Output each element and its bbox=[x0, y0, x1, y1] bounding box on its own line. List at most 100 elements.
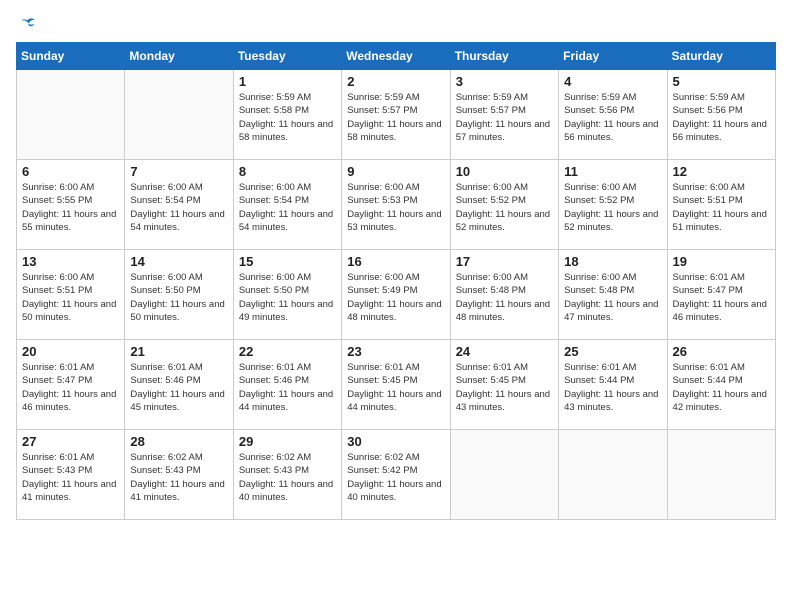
day-number: 19 bbox=[673, 254, 770, 269]
day-number: 29 bbox=[239, 434, 336, 449]
weekday-header-saturday: Saturday bbox=[667, 43, 775, 70]
day-number: 16 bbox=[347, 254, 444, 269]
day-detail: Sunrise: 6:01 AM Sunset: 5:46 PM Dayligh… bbox=[239, 361, 336, 414]
day-detail: Sunrise: 6:00 AM Sunset: 5:52 PM Dayligh… bbox=[456, 181, 553, 234]
calendar-week-row: 6 Sunrise: 6:00 AM Sunset: 5:55 PM Daylig… bbox=[17, 160, 776, 250]
day-number: 5 bbox=[673, 74, 770, 89]
day-number: 11 bbox=[564, 164, 661, 179]
calendar-cell: 27 Sunrise: 6:01 AM Sunset: 5:43 PM Dayli… bbox=[17, 430, 125, 520]
day-number: 1 bbox=[239, 74, 336, 89]
day-number: 8 bbox=[239, 164, 336, 179]
calendar-cell: 24 Sunrise: 6:01 AM Sunset: 5:45 PM Dayli… bbox=[450, 340, 558, 430]
calendar-cell: 21 Sunrise: 6:01 AM Sunset: 5:46 PM Dayli… bbox=[125, 340, 233, 430]
calendar-cell: 5 Sunrise: 5:59 AM Sunset: 5:56 PM Daylig… bbox=[667, 70, 775, 160]
calendar-cell: 10 Sunrise: 6:00 AM Sunset: 5:52 PM Dayli… bbox=[450, 160, 558, 250]
calendar-cell: 1 Sunrise: 5:59 AM Sunset: 5:58 PM Daylig… bbox=[233, 70, 341, 160]
day-detail: Sunrise: 6:00 AM Sunset: 5:55 PM Dayligh… bbox=[22, 181, 119, 234]
calendar-cell: 28 Sunrise: 6:02 AM Sunset: 5:43 PM Dayli… bbox=[125, 430, 233, 520]
page-header bbox=[16, 16, 776, 34]
day-number: 2 bbox=[347, 74, 444, 89]
calendar-cell bbox=[17, 70, 125, 160]
weekday-header-wednesday: Wednesday bbox=[342, 43, 450, 70]
day-number: 21 bbox=[130, 344, 227, 359]
calendar-week-row: 27 Sunrise: 6:01 AM Sunset: 5:43 PM Dayli… bbox=[17, 430, 776, 520]
day-detail: Sunrise: 6:00 AM Sunset: 5:51 PM Dayligh… bbox=[22, 271, 119, 324]
day-detail: Sunrise: 6:00 AM Sunset: 5:48 PM Dayligh… bbox=[564, 271, 661, 324]
calendar-week-row: 1 Sunrise: 5:59 AM Sunset: 5:58 PM Daylig… bbox=[17, 70, 776, 160]
day-number: 26 bbox=[673, 344, 770, 359]
day-detail: Sunrise: 6:02 AM Sunset: 5:43 PM Dayligh… bbox=[130, 451, 227, 504]
calendar-cell: 2Sunrise: 5:59 AM Sunset: 5:57 PM Daylig… bbox=[342, 70, 450, 160]
calendar-cell bbox=[667, 430, 775, 520]
day-detail: Sunrise: 6:00 AM Sunset: 5:53 PM Dayligh… bbox=[347, 181, 444, 234]
day-detail: Sunrise: 6:01 AM Sunset: 5:45 PM Dayligh… bbox=[347, 361, 444, 414]
day-number: 18 bbox=[564, 254, 661, 269]
calendar-cell: 18 Sunrise: 6:00 AM Sunset: 5:48 PM Dayli… bbox=[559, 250, 667, 340]
day-detail: Sunrise: 5:59 AM Sunset: 5:57 PM Dayligh… bbox=[456, 91, 553, 144]
logo-bird-icon bbox=[18, 16, 36, 34]
day-number: 28 bbox=[130, 434, 227, 449]
day-number: 9 bbox=[347, 164, 444, 179]
day-number: 25 bbox=[564, 344, 661, 359]
day-number: 3 bbox=[456, 74, 553, 89]
calendar-cell: 16Sunrise: 6:00 AM Sunset: 5:49 PM Dayli… bbox=[342, 250, 450, 340]
calendar-cell: 4 Sunrise: 5:59 AM Sunset: 5:56 PM Daylig… bbox=[559, 70, 667, 160]
calendar-cell: 17Sunrise: 6:00 AM Sunset: 5:48 PM Dayli… bbox=[450, 250, 558, 340]
day-detail: Sunrise: 6:01 AM Sunset: 5:45 PM Dayligh… bbox=[456, 361, 553, 414]
calendar-cell: 9 Sunrise: 6:00 AM Sunset: 5:53 PM Daylig… bbox=[342, 160, 450, 250]
calendar-cell: 6 Sunrise: 6:00 AM Sunset: 5:55 PM Daylig… bbox=[17, 160, 125, 250]
day-detail: Sunrise: 6:00 AM Sunset: 5:51 PM Dayligh… bbox=[673, 181, 770, 234]
day-number: 24 bbox=[456, 344, 553, 359]
day-number: 13 bbox=[22, 254, 119, 269]
calendar-cell: 14 Sunrise: 6:00 AM Sunset: 5:50 PM Dayli… bbox=[125, 250, 233, 340]
calendar-table: SundayMondayTuesdayWednesdayThursdayFrid… bbox=[16, 42, 776, 520]
weekday-header-sunday: Sunday bbox=[17, 43, 125, 70]
day-detail: Sunrise: 6:01 AM Sunset: 5:47 PM Dayligh… bbox=[673, 271, 770, 324]
day-number: 7 bbox=[130, 164, 227, 179]
calendar-cell: 7Sunrise: 6:00 AM Sunset: 5:54 PM Daylig… bbox=[125, 160, 233, 250]
calendar-cell: 29 Sunrise: 6:02 AM Sunset: 5:43 PM Dayli… bbox=[233, 430, 341, 520]
calendar-cell: 20Sunrise: 6:01 AM Sunset: 5:47 PM Dayli… bbox=[17, 340, 125, 430]
day-detail: Sunrise: 6:01 AM Sunset: 5:44 PM Dayligh… bbox=[564, 361, 661, 414]
logo bbox=[16, 16, 36, 34]
day-detail: Sunrise: 5:59 AM Sunset: 5:58 PM Dayligh… bbox=[239, 91, 336, 144]
day-detail: Sunrise: 6:02 AM Sunset: 5:42 PM Dayligh… bbox=[347, 451, 444, 504]
calendar-cell: 26 Sunrise: 6:01 AM Sunset: 5:44 PM Dayli… bbox=[667, 340, 775, 430]
day-number: 4 bbox=[564, 74, 661, 89]
calendar-cell: 30 Sunrise: 6:02 AM Sunset: 5:42 PM Dayli… bbox=[342, 430, 450, 520]
calendar-cell: 3 Sunrise: 5:59 AM Sunset: 5:57 PM Daylig… bbox=[450, 70, 558, 160]
calendar-cell bbox=[559, 430, 667, 520]
day-detail: Sunrise: 6:01 AM Sunset: 5:44 PM Dayligh… bbox=[673, 361, 770, 414]
weekday-header-tuesday: Tuesday bbox=[233, 43, 341, 70]
day-detail: Sunrise: 5:59 AM Sunset: 5:56 PM Dayligh… bbox=[673, 91, 770, 144]
day-detail: Sunrise: 6:02 AM Sunset: 5:43 PM Dayligh… bbox=[239, 451, 336, 504]
calendar-cell: 8 Sunrise: 6:00 AM Sunset: 5:54 PM Daylig… bbox=[233, 160, 341, 250]
calendar-cell: 22Sunrise: 6:01 AM Sunset: 5:46 PM Dayli… bbox=[233, 340, 341, 430]
calendar-cell bbox=[450, 430, 558, 520]
day-detail: Sunrise: 6:01 AM Sunset: 5:46 PM Dayligh… bbox=[130, 361, 227, 414]
calendar-cell: 13 Sunrise: 6:00 AM Sunset: 5:51 PM Dayli… bbox=[17, 250, 125, 340]
day-detail: Sunrise: 6:00 AM Sunset: 5:50 PM Dayligh… bbox=[130, 271, 227, 324]
day-number: 30 bbox=[347, 434, 444, 449]
calendar-cell bbox=[125, 70, 233, 160]
calendar-cell: 12 Sunrise: 6:00 AM Sunset: 5:51 PM Dayli… bbox=[667, 160, 775, 250]
weekday-header-monday: Monday bbox=[125, 43, 233, 70]
day-number: 17 bbox=[456, 254, 553, 269]
day-detail: Sunrise: 6:01 AM Sunset: 5:47 PM Dayligh… bbox=[22, 361, 119, 414]
day-detail: Sunrise: 6:00 AM Sunset: 5:54 PM Dayligh… bbox=[239, 181, 336, 234]
day-detail: Sunrise: 5:59 AM Sunset: 5:56 PM Dayligh… bbox=[564, 91, 661, 144]
day-number: 23 bbox=[347, 344, 444, 359]
calendar-week-row: 13 Sunrise: 6:00 AM Sunset: 5:51 PM Dayli… bbox=[17, 250, 776, 340]
day-number: 10 bbox=[456, 164, 553, 179]
calendar-cell: 23 Sunrise: 6:01 AM Sunset: 5:45 PM Dayli… bbox=[342, 340, 450, 430]
day-detail: Sunrise: 6:00 AM Sunset: 5:50 PM Dayligh… bbox=[239, 271, 336, 324]
day-number: 14 bbox=[130, 254, 227, 269]
calendar-week-row: 20Sunrise: 6:01 AM Sunset: 5:47 PM Dayli… bbox=[17, 340, 776, 430]
day-detail: Sunrise: 6:00 AM Sunset: 5:52 PM Dayligh… bbox=[564, 181, 661, 234]
weekday-header-friday: Friday bbox=[559, 43, 667, 70]
day-detail: Sunrise: 6:01 AM Sunset: 5:43 PM Dayligh… bbox=[22, 451, 119, 504]
calendar-cell: 25 Sunrise: 6:01 AM Sunset: 5:44 PM Dayli… bbox=[559, 340, 667, 430]
day-number: 12 bbox=[673, 164, 770, 179]
day-number: 6 bbox=[22, 164, 119, 179]
day-number: 27 bbox=[22, 434, 119, 449]
